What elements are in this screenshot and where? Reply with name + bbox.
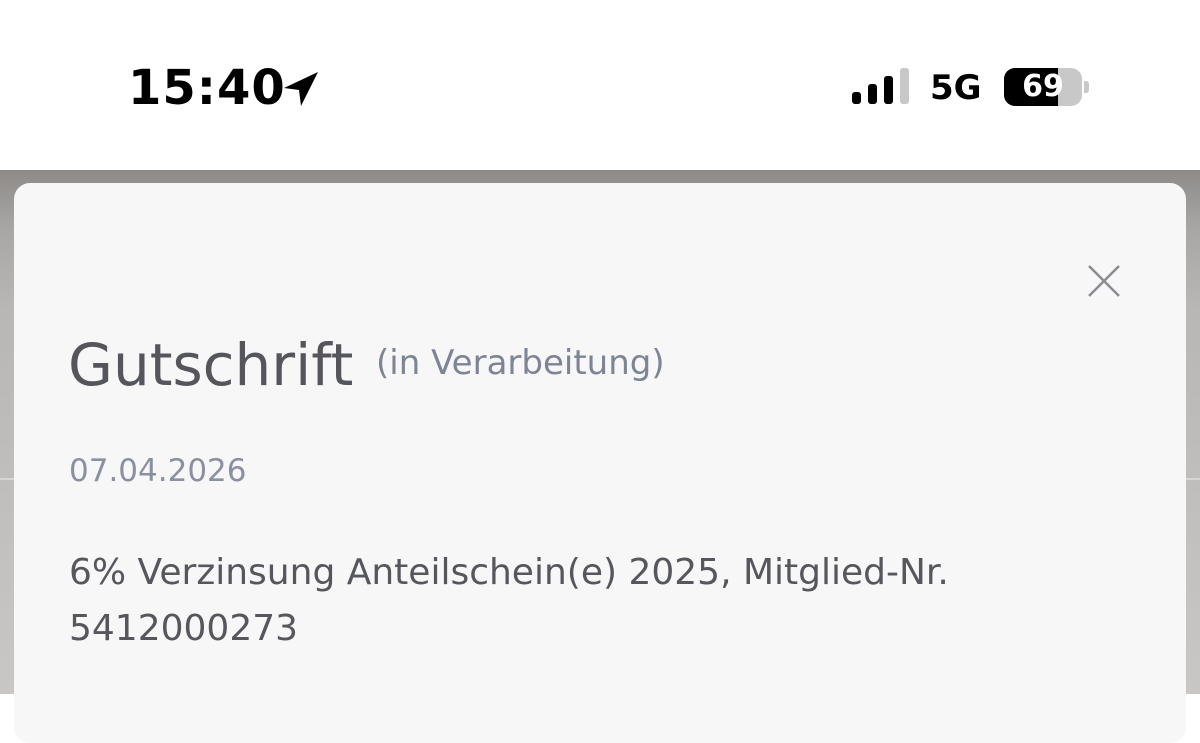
transaction-date: 07.04.2026 [69, 453, 247, 489]
network-type: 5G [930, 68, 982, 108]
cellular-signal-icon [852, 68, 909, 104]
transaction-title: Gutschrift [68, 331, 354, 399]
transaction-status: (in Verarbeitung) [376, 343, 665, 383]
transaction-description: 6% Verzinsung Anteilschein(e) 2025, Mitg… [69, 552, 949, 649]
location-arrow-icon [284, 72, 318, 106]
status-time: 15:40 [128, 60, 286, 116]
battery-level-text: 69 [1022, 69, 1064, 104]
transaction-detail-sheet: Gutschrift (in Verarbeitung) 07.04.2026 … [14, 183, 1186, 743]
status-bar: 15:40 5G 69 [0, 0, 1200, 170]
battery-icon: 69 [1004, 68, 1089, 106]
close-icon[interactable] [1084, 261, 1124, 301]
